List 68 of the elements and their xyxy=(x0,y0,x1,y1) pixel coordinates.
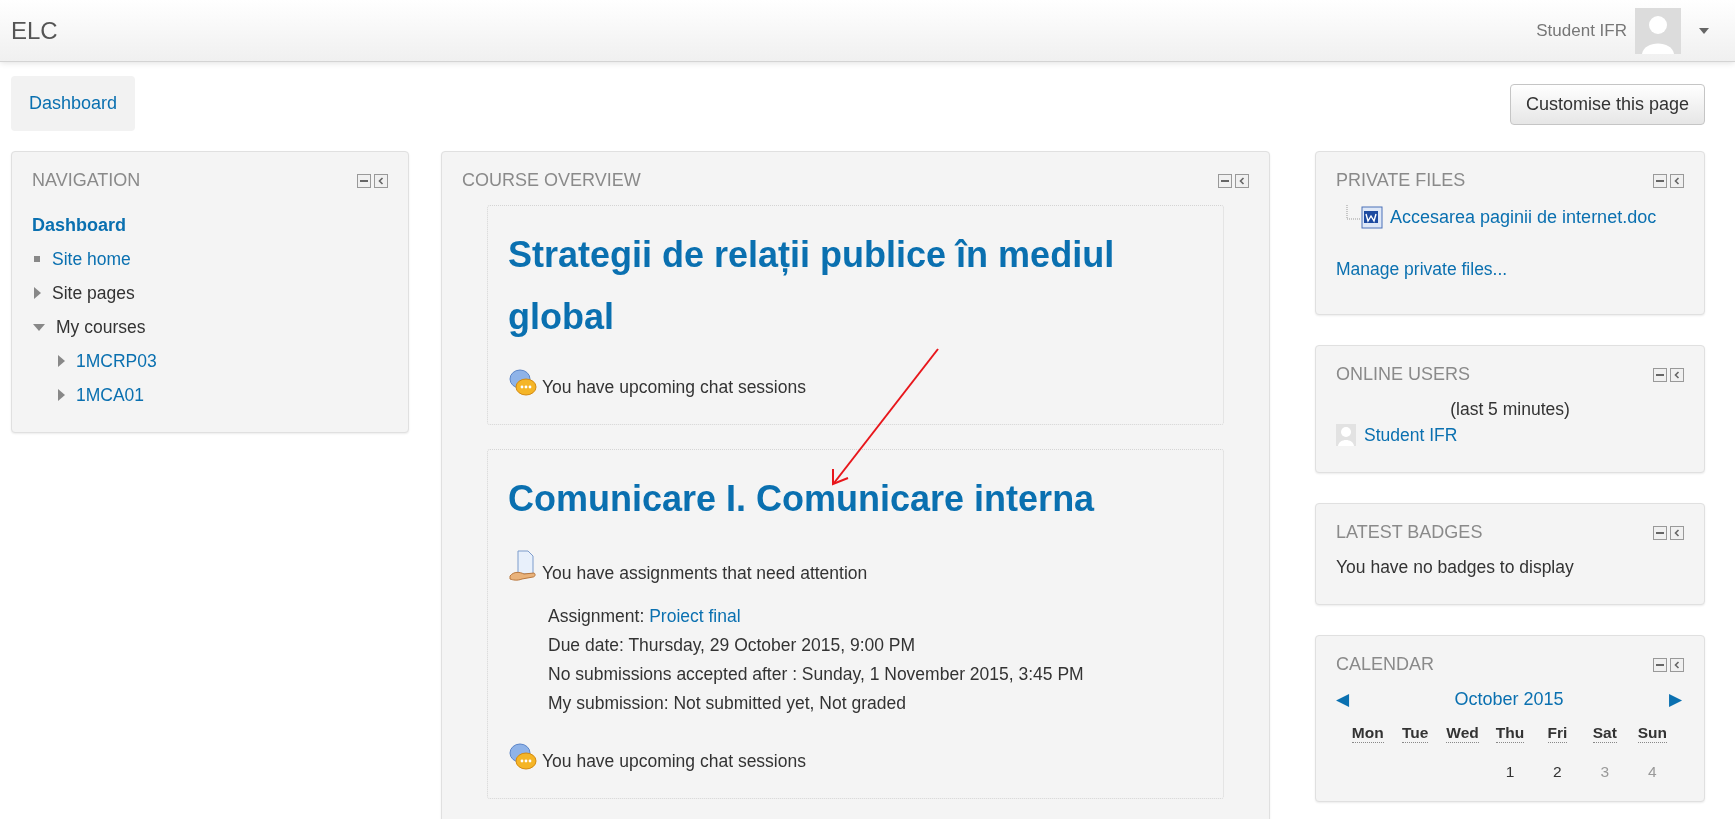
user-link[interactable]: Student IFR xyxy=(1364,424,1458,446)
expanded-triangle-icon[interactable] xyxy=(32,322,46,332)
nav-home-link[interactable]: Dashboard xyxy=(32,215,127,236)
dock-icon[interactable] xyxy=(374,173,388,188)
month-link[interactable]: October 2015 xyxy=(1454,689,1564,710)
calendar-day[interactable]: 1 xyxy=(1505,763,1515,781)
previous-month-link[interactable]: ◀ xyxy=(1336,689,1349,710)
minimize-icon[interactable] xyxy=(1218,173,1232,188)
minimize-icon[interactable] xyxy=(1653,525,1667,540)
nav-item[interactable]: Site pages xyxy=(52,282,135,304)
caret-icon[interactable] xyxy=(1699,27,1709,34)
dock-icon[interactable] xyxy=(1670,367,1684,382)
manage-files-link[interactable]: Manage private files... xyxy=(1336,259,1508,280)
dock-icon[interactable] xyxy=(1670,173,1684,188)
bullet-icon xyxy=(32,254,42,264)
block-title: NAVIGATION xyxy=(32,170,141,191)
minimize-icon[interactable] xyxy=(1653,367,1667,382)
notice-text: You have upcoming chat sessions xyxy=(542,751,806,772)
collapsed-triangle-icon[interactable] xyxy=(56,388,66,402)
block-title: CALENDAR xyxy=(1336,654,1435,675)
weekday-label: Wed xyxy=(1446,724,1479,743)
file-link[interactable]: Accesarea paginii de internet.doc xyxy=(1390,206,1657,228)
notice-text: You have upcoming chat sessions xyxy=(542,377,806,398)
breadcrumb-link[interactable]: Dashboard xyxy=(11,76,136,131)
minimize-icon[interactable] xyxy=(1653,173,1667,188)
assignment-detail: Due date: Thursday, 29 October 2015, 9:00 PM xyxy=(548,634,917,657)
site-name[interactable]: ELC xyxy=(11,16,58,45)
period-text: (last 5 minutes) xyxy=(1449,399,1571,420)
dock-icon[interactable] xyxy=(1670,525,1684,540)
calendar-day[interactable]: 3 xyxy=(1600,763,1610,781)
notice-text: You have assignments that need attention xyxy=(542,563,868,584)
nav-link[interactable]: 1MCA01 xyxy=(76,384,145,406)
calendar-day[interactable]: 4 xyxy=(1647,763,1657,781)
dock-icon[interactable] xyxy=(1235,173,1249,188)
block-title: ONLINE USERS xyxy=(1336,364,1471,385)
weekday-label: Fri xyxy=(1547,724,1568,743)
nav-link[interactable]: Site home xyxy=(52,248,131,270)
course-title[interactable]: Comunicare I. Comunicare interna xyxy=(508,468,1203,530)
assignment-detail: No submissions accepted after : Sunday, 1 November 2015, 3:45 PM xyxy=(548,663,1085,686)
assignment-detail: My submission: Not submitted yet, Not graded xyxy=(548,692,907,715)
collapsed-triangle-icon[interactable] xyxy=(56,354,66,368)
badges-message: You have no badges to display xyxy=(1336,557,1575,578)
nav-link[interactable]: 1MCRP03 xyxy=(76,350,157,372)
collapsed-triangle-icon[interactable] xyxy=(32,286,42,300)
nav-item[interactable]: My courses xyxy=(56,316,146,338)
calendar-day[interactable]: 2 xyxy=(1553,763,1562,781)
block-title: COURSE OVERVIEW xyxy=(462,170,641,191)
dock-icon[interactable] xyxy=(1670,657,1684,672)
weekday-label: Tue xyxy=(1401,724,1429,743)
chat-bubbles-icon xyxy=(508,742,538,772)
block-title: PRIVATE FILES xyxy=(1336,170,1466,191)
minimize-icon[interactable] xyxy=(1653,657,1667,672)
customise-button[interactable]: Customise this page xyxy=(1509,84,1705,125)
minimize-icon[interactable] xyxy=(357,173,371,188)
user-avatar-icon xyxy=(1336,424,1356,446)
weekday-label: Mon xyxy=(1351,724,1384,743)
document-hand-icon xyxy=(508,550,538,584)
next-month-link[interactable]: ▶ xyxy=(1669,689,1682,710)
word-document-icon xyxy=(1346,205,1384,229)
user-name[interactable]: Student IFR xyxy=(1536,20,1627,41)
weekday-label: Thu xyxy=(1495,724,1525,743)
weekday-label: Sat xyxy=(1592,724,1617,743)
assignment-link[interactable]: Proiect final xyxy=(649,606,741,626)
assignment-detail: Assignment: Proiect final xyxy=(548,605,742,628)
chat-bubbles-icon xyxy=(508,368,538,398)
course-title[interactable]: Strategii de relații publice în mediul global xyxy=(508,224,1203,348)
block-title: LATEST BADGES xyxy=(1336,522,1483,543)
weekday-label: Sun xyxy=(1637,724,1667,743)
